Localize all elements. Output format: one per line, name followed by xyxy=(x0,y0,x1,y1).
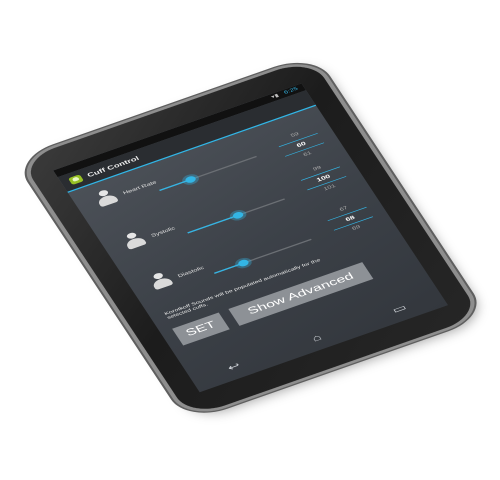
android-app-icon xyxy=(67,174,85,186)
set-button[interactable]: SET xyxy=(172,312,230,346)
photo-stage: ▾▮ 6:25 Cuff Control Heart Rate 59 60 61… xyxy=(0,0,500,480)
person-icon xyxy=(119,230,151,253)
tablet-device: ▾▮ 6:25 Cuff Control Heart Rate 59 60 61… xyxy=(20,58,482,418)
tablet-screen: ▾▮ 6:25 Cuff Control Heart Rate 59 60 61… xyxy=(53,83,449,393)
person-icon xyxy=(91,187,123,210)
back-icon[interactable]: ↩ xyxy=(216,357,251,377)
home-icon[interactable]: ⌂ xyxy=(299,328,334,347)
slider-thumb[interactable] xyxy=(236,258,251,268)
heart-rate-picker[interactable]: 59 60 61 xyxy=(267,115,330,166)
systolic-picker[interactable]: 99 100 101 xyxy=(295,158,352,200)
slider-label: Heart Rate xyxy=(122,180,158,196)
slider-label: Diastolic xyxy=(176,265,206,279)
slider-label: Systolic xyxy=(150,226,177,239)
person-icon xyxy=(145,270,177,293)
slider-thumb[interactable] xyxy=(231,210,245,220)
slider-thumb[interactable] xyxy=(183,175,198,185)
recents-icon[interactable]: ▭ xyxy=(382,299,417,319)
